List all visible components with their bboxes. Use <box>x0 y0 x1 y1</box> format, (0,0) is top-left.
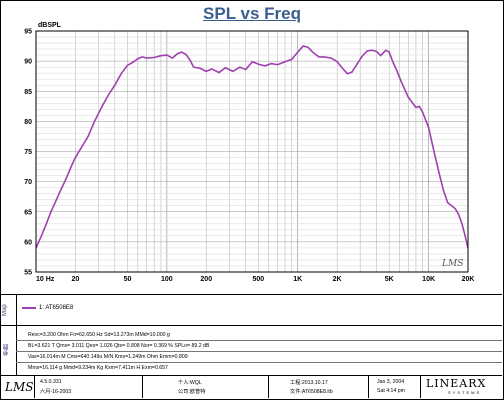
x-tick-label: 5K <box>385 276 394 283</box>
x-tick-label: 50 <box>124 276 132 283</box>
params-side-label: 参数 <box>4 344 10 356</box>
x-tick-label: 20 <box>71 276 79 283</box>
lms-watermark: LMS <box>441 259 463 269</box>
param-rule <box>16 340 502 341</box>
footer-bar: LMS 4.5.0.331 六月-16-2003 个人:WQL 公司:欧普特 工… <box>0 376 502 398</box>
y-tick-label: 70 <box>24 179 32 186</box>
param-line-4: Mms=16.114 g Mmd=9.234m Kg Kxm=7.411m H … <box>28 365 168 371</box>
x-tick-label: 10K <box>422 276 435 283</box>
param-line-1: Revc=3.200 Ohm Fo=62.650 Hz Sd=13.273m M… <box>28 332 170 338</box>
chart-grid <box>36 31 468 272</box>
version-date-text: 六月-16-2003 <box>40 389 72 395</box>
x-tick-label: 500 <box>252 276 264 283</box>
x-tick-label: 100 <box>161 276 173 283</box>
param-line-2: BL=3.621 T Qms= 3.011 Qes= 1.026 Qts= 0.… <box>28 343 210 349</box>
company-text: 公司:欧普特 <box>178 389 206 395</box>
spl-chart: 55 60 65 70 75 80 85 90 95 10 Hz 20 50 100 200 500 1K 2… <box>24 22 474 283</box>
y-tick-label: 90 <box>24 59 32 66</box>
y-axis-label: dBSPL <box>38 22 62 29</box>
linearx-logo: LINEARX <box>426 377 487 390</box>
version-text: 4.5.0.331 <box>40 379 62 385</box>
y-tick-label: 60 <box>24 239 32 246</box>
file-text: 文件:AT6508E8.lib <box>290 389 333 395</box>
footer-user-cell: 个人:WQL 公司:欧普特 <box>142 376 269 398</box>
legend-band: Map 1: AT6508E8 <box>0 294 502 326</box>
footer-logo-cell: LMS <box>0 376 35 398</box>
x-axis-ticks: 10 Hz 20 50 100 200 500 1K 2K 5K 10K 20K <box>36 276 474 283</box>
x-tick-label: 2K <box>333 276 342 283</box>
legend-divider <box>16 295 17 325</box>
footer-project-cell: 工程:2013.10.17 文件:AT6508E8.lib <box>268 376 369 398</box>
time-text: Sat 4:14 pm <box>377 388 405 394</box>
legend-side-label: Map <box>2 304 8 316</box>
person-text: 个人:WQL <box>178 380 202 386</box>
parameters-panel: 参数 Revc=3.200 Ohm Fo=62.650 Hz Sd=13.273… <box>0 325 502 376</box>
param-line-3: Vas=16.014m M Cms=640.149u M/N Kms=1.249… <box>28 354 188 360</box>
legend-swatch <box>22 307 36 309</box>
y-tick-label: 85 <box>24 89 32 96</box>
y-tick-label: 75 <box>24 149 32 156</box>
linearx-subtitle: SYSTEMS <box>448 390 482 395</box>
lms-logo: LMS <box>5 380 34 394</box>
y-tick-label: 80 <box>24 119 32 126</box>
y-axis-ticks: 55 60 65 70 75 80 85 90 95 <box>24 29 32 277</box>
param-rule <box>16 362 502 363</box>
x-tick-label: 200 <box>200 276 212 283</box>
legend-entry[interactable]: 1: AT6508E8 <box>22 305 73 311</box>
x-tick-label: 1K <box>293 276 302 283</box>
x-tick-label: 10 Hz <box>36 276 55 283</box>
footer-brand-cell: LINEARX SYSTEMS <box>420 376 502 398</box>
footer-version-cell: 4.5.0.331 六月-16-2003 <box>34 376 143 398</box>
date-text: Jan 3, 2004 <box>377 379 405 385</box>
y-tick-label: 55 <box>24 270 32 277</box>
project-text: 工程:2013.10.17 <box>290 380 328 386</box>
params-divider <box>16 325 17 375</box>
x-tick-label: 20K <box>462 276 475 283</box>
y-tick-label: 95 <box>24 29 32 36</box>
param-rule <box>16 351 502 352</box>
y-tick-label: 65 <box>24 209 32 216</box>
legend-entry-label: 1: AT6508E8 <box>39 305 74 311</box>
footer-date-cell: Jan 3, 2004 Sat 4:14 pm <box>368 376 421 398</box>
